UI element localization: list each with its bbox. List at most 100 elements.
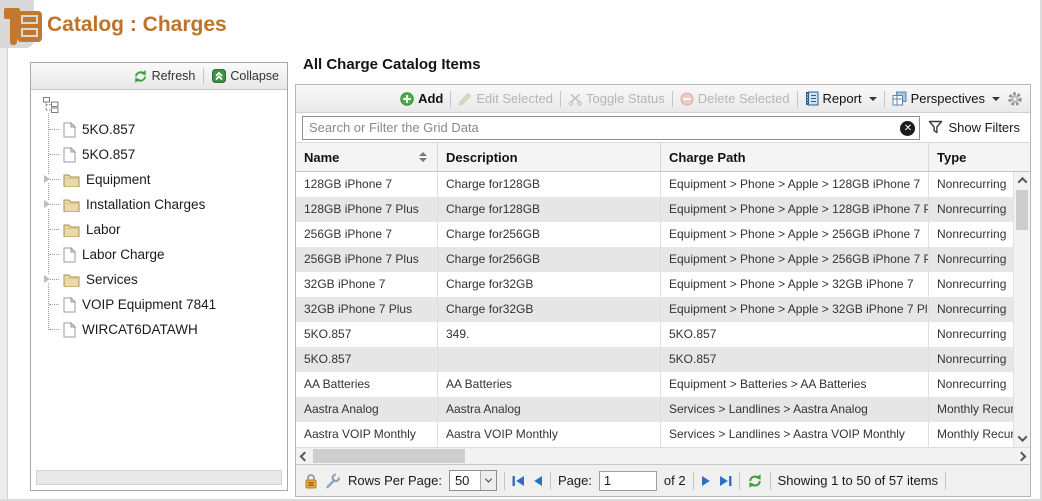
collapse-tree-button[interactable]: Collapse xyxy=(212,69,279,83)
select-arrow xyxy=(480,471,496,490)
column-header-type[interactable]: Type xyxy=(929,143,1030,171)
grid-pagination-bar: Rows Per Page: 50 Page: of 2 xyxy=(296,464,1030,496)
grid-title: All Charge Catalog Items xyxy=(303,56,481,73)
wrench-icon[interactable] xyxy=(325,473,341,489)
expand-arrow-icon[interactable] xyxy=(44,175,50,183)
table-row[interactable]: 32GB iPhone 7 Charge for32GB Equipment >… xyxy=(296,272,1013,297)
last-page-icon xyxy=(719,475,732,487)
cell-description: Charge for256GB xyxy=(438,222,661,247)
search-input[interactable] xyxy=(303,117,919,139)
page-total-label: of 2 xyxy=(664,473,686,488)
expand-arrow-icon[interactable] xyxy=(44,275,50,283)
tree-item-wircat6datawh[interactable]: WIRCAT6DATAWH xyxy=(43,317,283,342)
scroll-up-button[interactable] xyxy=(1014,172,1030,189)
rows-per-page-label: Rows Per Page: xyxy=(348,473,442,488)
column-header-label: Type xyxy=(937,150,966,165)
tree-item-label: Equipment xyxy=(86,172,151,187)
table-row[interactable]: 128GB iPhone 7 Charge for128GB Equipment… xyxy=(296,172,1013,197)
next-page-button[interactable] xyxy=(701,475,712,487)
tree-item-5ko857-2[interactable]: 5KO.857 xyxy=(43,142,283,167)
table-row[interactable]: 128GB iPhone 7 Plus Charge for128GB Equi… xyxy=(296,197,1013,222)
table-row[interactable]: Aastra Analog Aastra Analog Services > L… xyxy=(296,397,1013,422)
scroll-down-button[interactable] xyxy=(1014,430,1030,447)
lock-icon[interactable] xyxy=(304,473,318,489)
page-title: Catalog : Charges xyxy=(47,13,227,37)
perspectives-menu-button[interactable]: Perspectives xyxy=(892,91,1000,106)
cell-charge-path: 5KO.857 xyxy=(661,347,929,372)
tree-item-installation-charges[interactable]: Installation Charges xyxy=(43,192,283,217)
previous-page-icon xyxy=(532,475,543,487)
table-row[interactable]: 5KO.857 349. 5KO.857 Nonrecurring xyxy=(296,322,1013,347)
table-row[interactable]: 32GB iPhone 7 Plus Charge for32GB Equipm… xyxy=(296,297,1013,322)
window-left-edge xyxy=(0,0,8,499)
chevron-left-icon xyxy=(300,451,310,461)
toolbar-separator xyxy=(450,91,451,107)
show-filters-button[interactable]: Show Filters xyxy=(928,120,1024,135)
column-header-label: Description xyxy=(446,150,518,165)
cell-type: Nonrecurring xyxy=(929,172,1013,197)
chevron-up-icon xyxy=(1017,177,1027,187)
column-header-name[interactable]: Name xyxy=(296,143,438,171)
vertical-scrollbar[interactable] xyxy=(1013,172,1030,447)
sort-icon[interactable] xyxy=(419,152,427,162)
cell-description: Charge for128GB xyxy=(438,172,661,197)
refresh-tree-button[interactable]: Refresh xyxy=(133,69,196,84)
cell-name: 256GB iPhone 7 xyxy=(296,222,438,247)
expand-arrow-icon[interactable] xyxy=(44,200,50,208)
add-button[interactable]: Add xyxy=(400,91,443,106)
toggle-status-button[interactable]: Toggle Status xyxy=(568,91,665,106)
add-button-label: Add xyxy=(418,91,443,106)
table-row[interactable]: 256GB iPhone 7 Plus Charge for256GB Equi… xyxy=(296,247,1013,272)
delete-icon xyxy=(680,92,694,106)
table-row[interactable]: 256GB iPhone 7 Charge for256GB Equipment… xyxy=(296,222,1013,247)
last-page-button[interactable] xyxy=(719,475,732,487)
tree-item-labor[interactable]: Labor xyxy=(43,217,283,242)
cell-name: 128GB iPhone 7 Plus xyxy=(296,197,438,222)
table-row[interactable]: 5KO.857 5KO.857 Nonrecurring xyxy=(296,347,1013,372)
toolbar-separator xyxy=(884,91,885,107)
column-header-description[interactable]: Description xyxy=(438,143,661,171)
page-number-input[interactable] xyxy=(599,471,657,491)
cell-name: 128GB iPhone 7 xyxy=(296,172,438,197)
tree-item-equipment[interactable]: Equipment xyxy=(43,167,283,192)
tree-item-services[interactable]: Services xyxy=(43,267,283,292)
tree-item-5ko857-1[interactable]: 5KO.857 xyxy=(43,117,283,142)
rows-per-page-select[interactable]: 50 xyxy=(449,470,497,491)
horizontal-scrollbar-thumb[interactable] xyxy=(313,449,465,463)
document-icon xyxy=(63,122,76,138)
cell-name: 5KO.857 xyxy=(296,322,438,347)
scroll-left-button[interactable] xyxy=(296,448,313,464)
table-row[interactable]: Aastra VOIP Monthly Aastra VOIP Monthly … xyxy=(296,422,1013,447)
cell-type: Monthly Recurring xyxy=(929,397,1013,422)
column-header-charge-path[interactable]: Charge Path xyxy=(661,143,929,171)
delete-selected-button[interactable]: Delete Selected xyxy=(680,91,790,106)
report-menu-button[interactable]: Report xyxy=(805,91,877,106)
grid-search-row: ✕ Show Filters xyxy=(296,113,1030,143)
refresh-grid-button[interactable] xyxy=(747,473,763,489)
tree-item-labor-charge[interactable]: Labor Charge xyxy=(43,242,283,267)
grid-header-row: Name Description Charge Path Type xyxy=(296,143,1030,172)
cell-charge-path: Services > Landlines > Aastra Analog xyxy=(661,397,929,422)
scroll-right-button[interactable] xyxy=(1013,448,1030,464)
vertical-scrollbar-thumb[interactable] xyxy=(1016,190,1028,230)
cell-charge-path: Equipment > Phone > Apple > 128GB iPhone… xyxy=(661,197,929,222)
footer-separator xyxy=(770,472,771,490)
tree-item-label: WIRCAT6DATAWH xyxy=(82,322,198,337)
cell-type: Nonrecurring xyxy=(929,272,1013,297)
folder-icon xyxy=(63,198,80,212)
toolbar-separator xyxy=(203,68,204,84)
perspectives-button-label: Perspectives xyxy=(911,91,985,106)
gear-icon[interactable] xyxy=(1007,91,1023,107)
cell-description: Aastra Analog xyxy=(438,397,661,422)
previous-page-button[interactable] xyxy=(532,475,543,487)
clear-search-icon[interactable]: ✕ xyxy=(900,121,915,136)
column-header-label: Charge Path xyxy=(669,150,746,165)
rows-per-page-value: 50 xyxy=(450,473,480,488)
cell-charge-path: Equipment > Phone > Apple > 128GB iPhone… xyxy=(661,172,929,197)
first-page-button[interactable] xyxy=(512,475,525,487)
edit-selected-label: Edit Selected xyxy=(476,91,553,106)
tree-item-voip-equipment-7841[interactable]: VOIP Equipment 7841 xyxy=(43,292,283,317)
horizontal-scrollbar[interactable] xyxy=(296,447,1030,464)
table-row[interactable]: AA Batteries AA Batteries Equipment > Ba… xyxy=(296,372,1013,397)
edit-selected-button[interactable]: Edit Selected xyxy=(458,91,553,106)
